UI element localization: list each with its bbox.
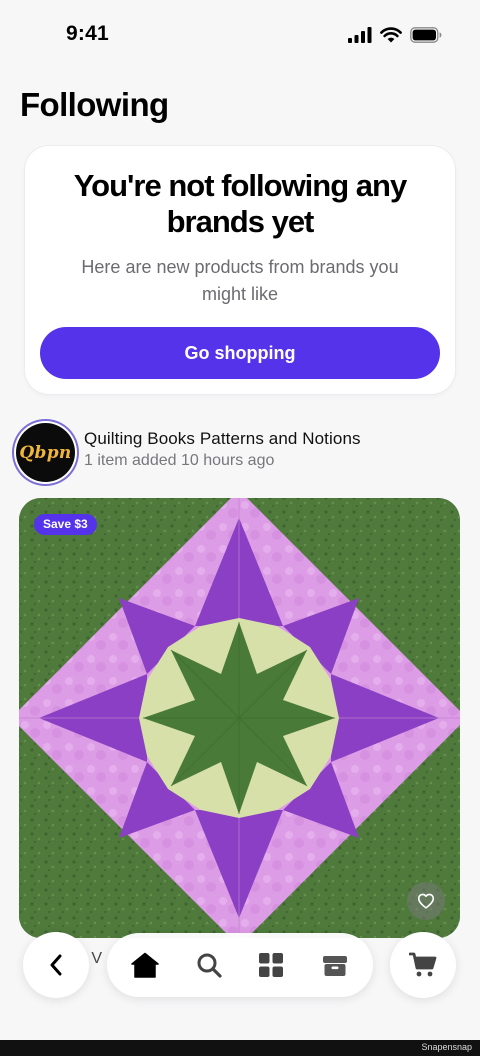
bottom-nav xyxy=(107,933,373,997)
chevron-left-icon xyxy=(50,954,62,976)
heart-icon xyxy=(417,893,435,909)
bottom-strip: Snapensnap xyxy=(0,1040,480,1056)
cart-icon xyxy=(409,952,437,977)
nav-categories[interactable] xyxy=(251,945,291,985)
box-icon xyxy=(323,956,347,976)
empty-state-title: You're not following any brands yet xyxy=(73,168,407,239)
watermark: Snapensnap xyxy=(421,1042,472,1052)
favorite-button[interactable] xyxy=(407,882,445,920)
home-icon xyxy=(131,952,159,978)
battery-icon xyxy=(410,27,442,43)
empty-state-subtitle: Here are new products from brands you mi… xyxy=(81,257,399,304)
status-time: 9:41 xyxy=(66,22,109,45)
page-title: Following xyxy=(20,86,169,123)
status-bar: 9:41 xyxy=(0,0,480,70)
grid-icon xyxy=(259,953,283,977)
search-icon xyxy=(197,953,222,978)
shop-avatar[interactable]: Qbpn xyxy=(16,423,75,482)
product-card[interactable]: Save $3 xyxy=(19,498,460,938)
cart-button[interactable] xyxy=(390,932,456,998)
shop-name[interactable]: Quilting Books Patterns and Notions xyxy=(84,429,361,449)
shop-meta: 1 item added 10 hours ago xyxy=(84,452,275,469)
cellular-signal-icon xyxy=(348,27,372,43)
save-badge: Save $3 xyxy=(34,514,97,535)
nav-orders[interactable] xyxy=(315,945,355,985)
back-button[interactable] xyxy=(23,932,89,998)
wifi-icon xyxy=(380,27,402,43)
product-image xyxy=(19,498,460,938)
empty-state-card: You're not following any brands yet Here… xyxy=(25,146,455,394)
nav-home[interactable] xyxy=(125,945,165,985)
status-icons xyxy=(348,24,442,46)
nav-search[interactable] xyxy=(189,945,229,985)
shop-logo: Qbpn xyxy=(19,442,72,463)
go-shopping-button[interactable]: Go shopping xyxy=(40,327,440,379)
